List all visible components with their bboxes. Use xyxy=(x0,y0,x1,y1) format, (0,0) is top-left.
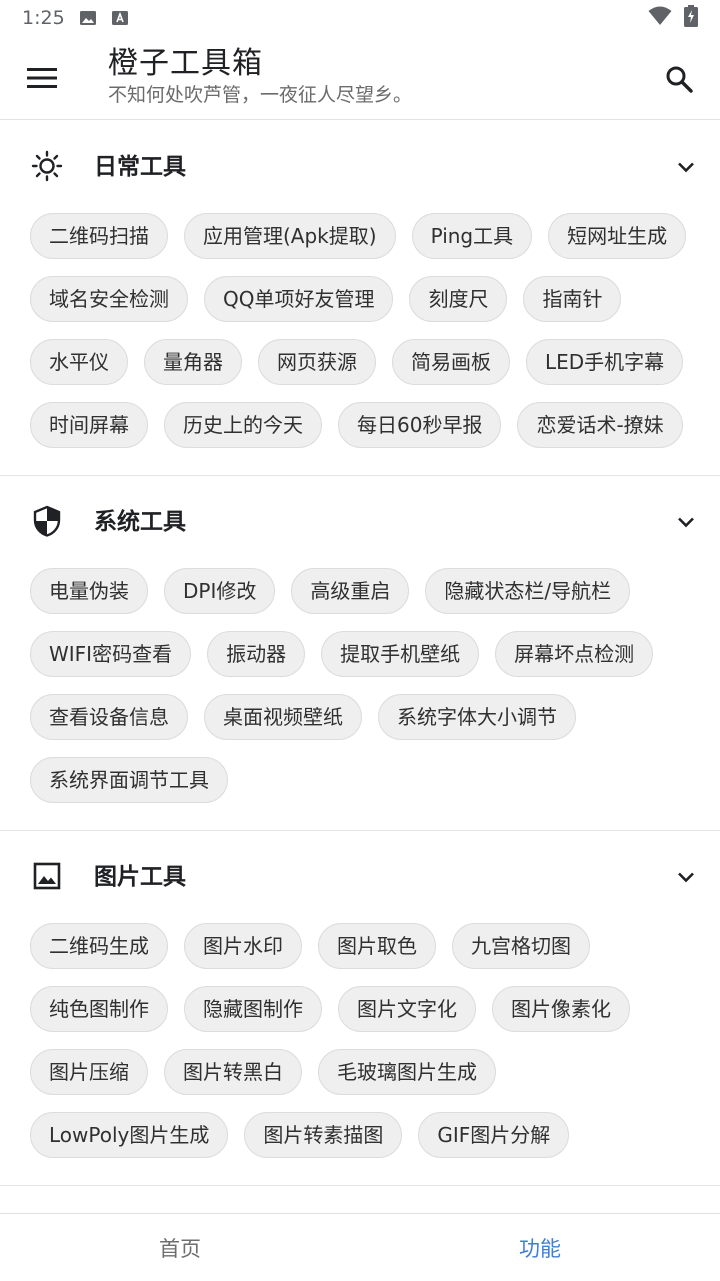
chip-grayscale[interactable]: 图片转黑白 xyxy=(164,1049,302,1095)
chevron-down-icon[interactable] xyxy=(674,155,698,179)
chip-gif-split[interactable]: GIF图片分解 xyxy=(418,1112,570,1158)
section-image-tools: 图片工具 二维码生成 图片水印 图片取色 九宫格切图 纯色图制作 隐藏图制作 图… xyxy=(0,831,720,1186)
status-left: 1:25 xyxy=(22,7,129,29)
chip-compress[interactable]: 图片压缩 xyxy=(30,1049,148,1095)
chip-protractor[interactable]: 量角器 xyxy=(144,339,242,385)
section-header-daily[interactable]: 日常工具 xyxy=(0,121,720,213)
chip-device-info[interactable]: 查看设备信息 xyxy=(30,694,188,740)
section-header-image[interactable]: 图片工具 xyxy=(0,831,720,923)
chip-frosted-glass[interactable]: 毛玻璃图片生成 xyxy=(318,1049,496,1095)
chip-qq-friend[interactable]: QQ单项好友管理 xyxy=(204,276,394,322)
chip-history-today[interactable]: 历史上的今天 xyxy=(164,402,322,448)
chip-compass[interactable]: 指南针 xyxy=(523,276,622,322)
chip-video-wallpaper[interactable]: 桌面视频壁纸 xyxy=(204,694,362,740)
a-notification-icon xyxy=(111,9,129,27)
battery-charging-icon xyxy=(684,4,698,32)
status-time: 1:25 xyxy=(22,7,65,29)
chip-domain-check[interactable]: 域名安全检测 xyxy=(30,276,188,322)
tab-home[interactable]: 首页 xyxy=(0,1214,360,1281)
search-button[interactable] xyxy=(656,56,702,102)
search-icon xyxy=(666,66,693,93)
chip-page-source[interactable]: 网页获源 xyxy=(258,339,376,385)
chip-app-manager[interactable]: 应用管理(Apk提取) xyxy=(184,213,396,259)
section-system-tools: 系统工具 电量伪装 DPI修改 高级重启 隐藏状态栏/导航栏 WIFI密码查看 … xyxy=(0,476,720,831)
chip-ruler[interactable]: 刻度尺 xyxy=(409,276,508,322)
chip-ping[interactable]: Ping工具 xyxy=(411,213,533,259)
chip-sketch[interactable]: 图片转素描图 xyxy=(244,1112,403,1158)
content-scroll[interactable]: 日常工具 二维码扫描 应用管理(Apk提取) Ping工具 短网址生成 域名安全… xyxy=(0,121,720,1213)
chip-led-subtitle[interactable]: LED手机字幕 xyxy=(526,339,684,385)
title-wrap: 橙子工具箱 不知何处吹芦管，一夜征人尽望乡。 xyxy=(108,44,412,108)
image-icon xyxy=(30,859,64,893)
chip-system-ui-tuner[interactable]: 系统界面调节工具 xyxy=(30,757,228,803)
chip-qrcode-scan[interactable]: 二维码扫描 xyxy=(30,213,168,259)
chip-solid-color[interactable]: 纯色图制作 xyxy=(30,986,168,1032)
chip-nine-grid[interactable]: 九宫格切图 xyxy=(452,923,590,969)
sun-icon xyxy=(30,149,64,183)
status-bar: 1:25 xyxy=(0,0,720,36)
status-right xyxy=(648,4,698,32)
chip-extract-wallpaper[interactable]: 提取手机壁纸 xyxy=(321,631,480,677)
chevron-down-icon[interactable] xyxy=(674,865,698,889)
chip-hidden-image[interactable]: 隐藏图制作 xyxy=(184,986,322,1032)
chip-level[interactable]: 水平仪 xyxy=(30,339,128,385)
chip-dpi[interactable]: DPI修改 xyxy=(164,568,276,614)
section-header-system[interactable]: 系统工具 xyxy=(0,476,720,568)
chip-short-url[interactable]: 短网址生成 xyxy=(548,213,687,259)
section-title: 图片工具 xyxy=(94,864,186,890)
chip-font-size[interactable]: 系统字体大小调节 xyxy=(378,694,576,740)
app-bar: 橙子工具箱 不知何处吹芦管，一夜征人尽望乡。 xyxy=(0,36,720,120)
chip-advanced-reboot[interactable]: 高级重启 xyxy=(291,568,410,614)
chip-group-daily: 二维码扫描 应用管理(Apk提取) Ping工具 短网址生成 域名安全检测 QQ… xyxy=(0,213,720,448)
chip-lowpoly[interactable]: LowPoly图片生成 xyxy=(30,1112,229,1158)
chip-love-talk[interactable]: 恋爱话术-撩妹 xyxy=(517,402,683,448)
chip-image-to-text[interactable]: 图片文字化 xyxy=(338,986,476,1032)
bottom-nav: 首页 功能 xyxy=(0,1213,720,1281)
app-subtitle: 不知何处吹芦管，一夜征人尽望乡。 xyxy=(108,84,413,106)
chip-drawing-board[interactable]: 简易画板 xyxy=(392,339,510,385)
shield-icon xyxy=(30,504,64,538)
chip-battery-fake[interactable]: 电量伪装 xyxy=(30,568,148,614)
section-title: 日常工具 xyxy=(94,154,186,180)
chevron-down-icon[interactable] xyxy=(674,510,698,534)
chip-group-image: 二维码生成 图片水印 图片取色 九宫格切图 纯色图制作 隐藏图制作 图片文字化 … xyxy=(0,923,720,1158)
chip-dead-pixel[interactable]: 屏幕坏点检测 xyxy=(495,631,654,677)
chip-pixelate[interactable]: 图片像素化 xyxy=(492,986,630,1032)
chip-time-screen[interactable]: 时间屏幕 xyxy=(30,402,148,448)
hamburger-menu-icon xyxy=(27,68,57,88)
chip-color-picker[interactable]: 图片取色 xyxy=(318,923,436,969)
image-notification-icon xyxy=(79,9,97,27)
chip-group-system: 电量伪装 DPI修改 高级重启 隐藏状态栏/导航栏 WIFI密码查看 振动器 提… xyxy=(0,568,720,803)
chip-daily-news[interactable]: 每日60秒早报 xyxy=(338,402,502,448)
chip-wifi-password[interactable]: WIFI密码查看 xyxy=(30,631,192,677)
section-title: 系统工具 xyxy=(94,509,186,535)
tab-functions[interactable]: 功能 xyxy=(360,1214,720,1281)
chip-vibrator[interactable]: 振动器 xyxy=(207,631,306,677)
chip-hide-bars[interactable]: 隐藏状态栏/导航栏 xyxy=(425,568,631,614)
chip-qrcode-generate[interactable]: 二维码生成 xyxy=(30,923,168,969)
menu-button[interactable] xyxy=(20,58,64,98)
section-daily-tools: 日常工具 二维码扫描 应用管理(Apk提取) Ping工具 短网址生成 域名安全… xyxy=(0,121,720,476)
app-title: 橙子工具箱 xyxy=(108,46,263,81)
chip-watermark[interactable]: 图片水印 xyxy=(184,923,302,969)
wifi-icon xyxy=(648,6,672,31)
